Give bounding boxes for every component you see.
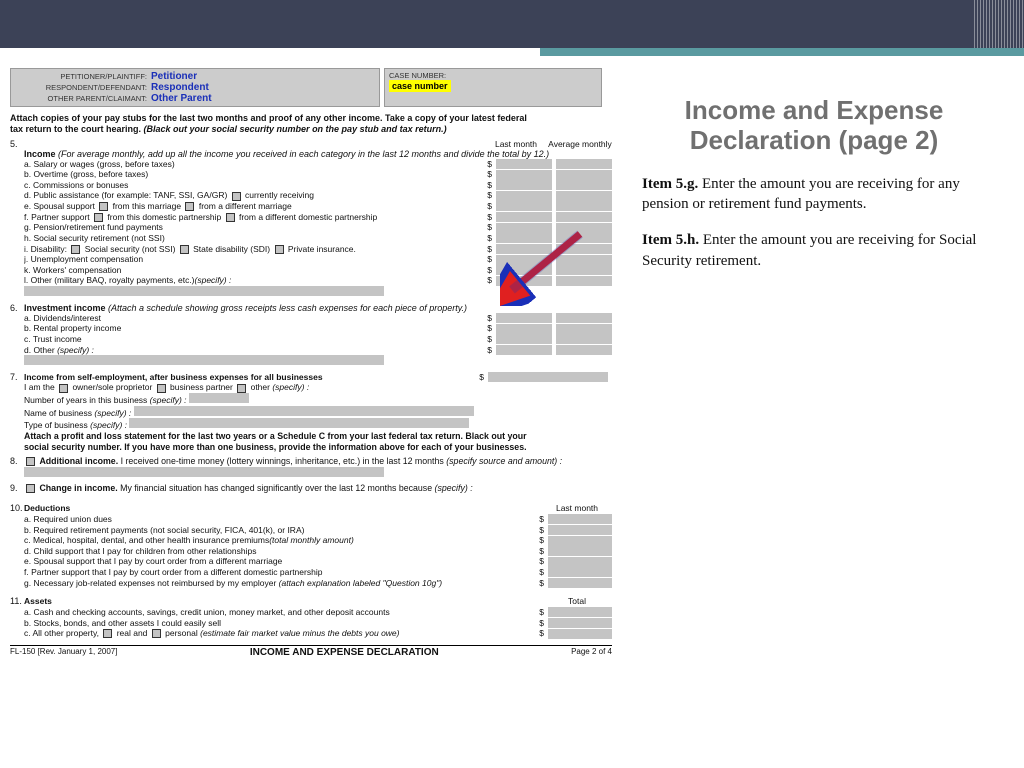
sec11-col: Total (542, 596, 612, 607)
sec10-num: 10. (10, 503, 24, 588)
s6a: a. Dividends/interest (24, 313, 484, 324)
attach-line1: Attach copies of your pay stubs for the … (10, 113, 527, 123)
sec7-num: 7. (10, 372, 24, 452)
fill-bar (24, 286, 384, 296)
respondent-label: RESPONDENT/DEFENDANT: (15, 83, 147, 92)
s10e: e. Spousal support that I pay by court o… (24, 556, 536, 567)
footer-left: FL-150 [Rev. January 1, 2007] (10, 647, 117, 658)
checkbox-icon[interactable] (185, 202, 194, 211)
sec5-head: Income (24, 149, 58, 159)
s5h: h. Social security retirement (not SSI) (24, 233, 484, 244)
checkbox-icon[interactable] (232, 192, 241, 201)
checkbox-icon[interactable] (94, 213, 103, 222)
petitioner-value: Petitioner (151, 71, 197, 82)
instruction-5h: Item 5.h. Enter the amount you are recei… (642, 230, 986, 271)
sec5-num: 5. (10, 139, 24, 299)
s7-years: Number of years in this business (specif… (24, 393, 612, 406)
sec5-head-ital: (For average monthly, add up all the inc… (58, 149, 549, 159)
sec9-body: My financial situation has changed signi… (118, 483, 435, 493)
checkbox-icon[interactable] (275, 245, 284, 254)
s7-att2: social security number. If you have more… (24, 442, 527, 452)
case-number-label: CASE NUMBER: (389, 71, 597, 80)
s5g: g. Pension/retirement fund payments (24, 222, 484, 233)
s7-name: Name of business (specify) : (24, 406, 612, 419)
slide-top-bar (0, 0, 1024, 48)
s7-type: Type of business (specify) : (24, 418, 612, 431)
sec9-ital: (specify) : (435, 483, 473, 493)
s11b: b. Stocks, bonds, and other assets I cou… (24, 618, 536, 629)
checkbox-icon[interactable] (103, 629, 112, 638)
s10f: f. Partner support that I pay by court o… (24, 567, 536, 578)
respondent-value: Respondent (151, 82, 209, 93)
sec10-col: Last month (542, 503, 612, 514)
s5a: a. Salary or wages (gross, before taxes) (24, 159, 484, 170)
checkbox-icon[interactable] (59, 384, 68, 393)
attach-line2a: tax return to the court hearing. (10, 124, 144, 134)
sec11-head: Assets (24, 596, 542, 607)
sec9-head: Change in income. (39, 483, 117, 493)
s5i: i. Disability: Social security (not SSI)… (24, 244, 484, 255)
s6d: d. Other (specify) : (24, 345, 484, 356)
sec6-head: Investment income (24, 303, 108, 313)
s7-iam: I am the owner/sole proprietor business … (24, 382, 612, 393)
s5j: j. Unemployment compensation (24, 254, 484, 265)
sec7-head: Income from self-employment, after busin… (24, 372, 323, 382)
sec8-body: I received one-time money (lottery winni… (118, 456, 446, 466)
s5l: l. Other (military BAQ, royalty payments… (24, 275, 484, 286)
form-footer: FL-150 [Rev. January 1, 2007] INCOME AND… (10, 645, 612, 658)
sec6-head-ital: (Attach a schedule showing gross receipt… (108, 303, 467, 313)
page-title: Income and Expense Declaration (page 2) (642, 96, 986, 156)
col-last-month: Last month (484, 139, 548, 149)
attach-line2b: (Black out your social security number o… (144, 124, 447, 134)
party-box: PETITIONER/PLAINTIFF: Petitioner RESPONDE… (10, 68, 380, 107)
checkbox-icon[interactable] (26, 484, 35, 493)
s5e: e. Spousal support from this marriage fr… (24, 201, 484, 212)
checkbox-icon[interactable] (180, 245, 189, 254)
sec11-num: 11. (10, 596, 24, 639)
fill-bar (24, 355, 384, 365)
sec9-num: 9. (10, 483, 24, 493)
sec8-num: 8. (10, 456, 24, 479)
case-number-box: CASE NUMBER: case number (384, 68, 602, 107)
s5f: f. Partner support from this domestic pa… (24, 212, 484, 223)
footer-right: Page 2 of 4 (571, 647, 612, 658)
s10d: d. Child support that I pay for children… (24, 546, 536, 557)
s5d: d. Public assistance (for example: TANF,… (24, 190, 484, 201)
s11a: a. Cash and checking accounts, savings, … (24, 607, 536, 618)
s6c: c. Trust income (24, 334, 484, 345)
checkbox-icon[interactable] (71, 245, 80, 254)
other-parent-value: Other Parent (151, 93, 212, 104)
checkbox-icon[interactable] (237, 384, 246, 393)
s11c: c. All other property, real and personal… (24, 628, 536, 639)
callout-arrow-icon (500, 226, 590, 306)
slide-accent-strip (540, 48, 1024, 56)
attach-instructions: Attach copies of your pay stubs for the … (10, 113, 612, 135)
sec8-head: Additional income. (39, 456, 118, 466)
other-parent-label: OTHER PARENT/CLAIMANT: (15, 94, 147, 103)
s5c: c. Commissions or bonuses (24, 180, 484, 191)
s6b: b. Rental property income (24, 323, 484, 334)
sec8-ital: (specify source and amount) : (446, 456, 562, 466)
case-number-value: case number (389, 80, 451, 92)
sec6-num: 6. (10, 303, 24, 368)
col-avg-monthly: Average monthly (548, 139, 612, 149)
checkbox-icon[interactable] (26, 457, 35, 466)
s10b: b. Required retirement payments (not soc… (24, 525, 536, 536)
s10c: c. Medical, hospital, dental, and other … (24, 535, 536, 546)
instruction-5g: Item 5.g. Enter the amount you are recei… (642, 174, 986, 215)
footer-title: INCOME AND EXPENSE DECLARATION (250, 647, 439, 658)
s10a: a. Required union dues (24, 514, 536, 525)
petitioner-label: PETITIONER/PLAINTIFF: (15, 72, 147, 81)
checkbox-icon[interactable] (152, 629, 161, 638)
s5k: k. Workers' compensation (24, 265, 484, 276)
form-scan: PETITIONER/PLAINTIFF: Petitioner RESPONDE… (0, 56, 620, 658)
checkbox-icon[interactable] (157, 384, 166, 393)
checkbox-icon[interactable] (226, 213, 235, 222)
s10g: g. Necessary job-related expenses not re… (24, 578, 536, 589)
s5b: b. Overtime (gross, before taxes) (24, 169, 484, 180)
s7-att1: Attach a profit and loss statement for t… (24, 431, 527, 441)
instruction-panel: Income and Expense Declaration (page 2) … (620, 56, 1010, 658)
checkbox-icon[interactable] (99, 202, 108, 211)
sec10-head: Deductions (24, 503, 542, 514)
